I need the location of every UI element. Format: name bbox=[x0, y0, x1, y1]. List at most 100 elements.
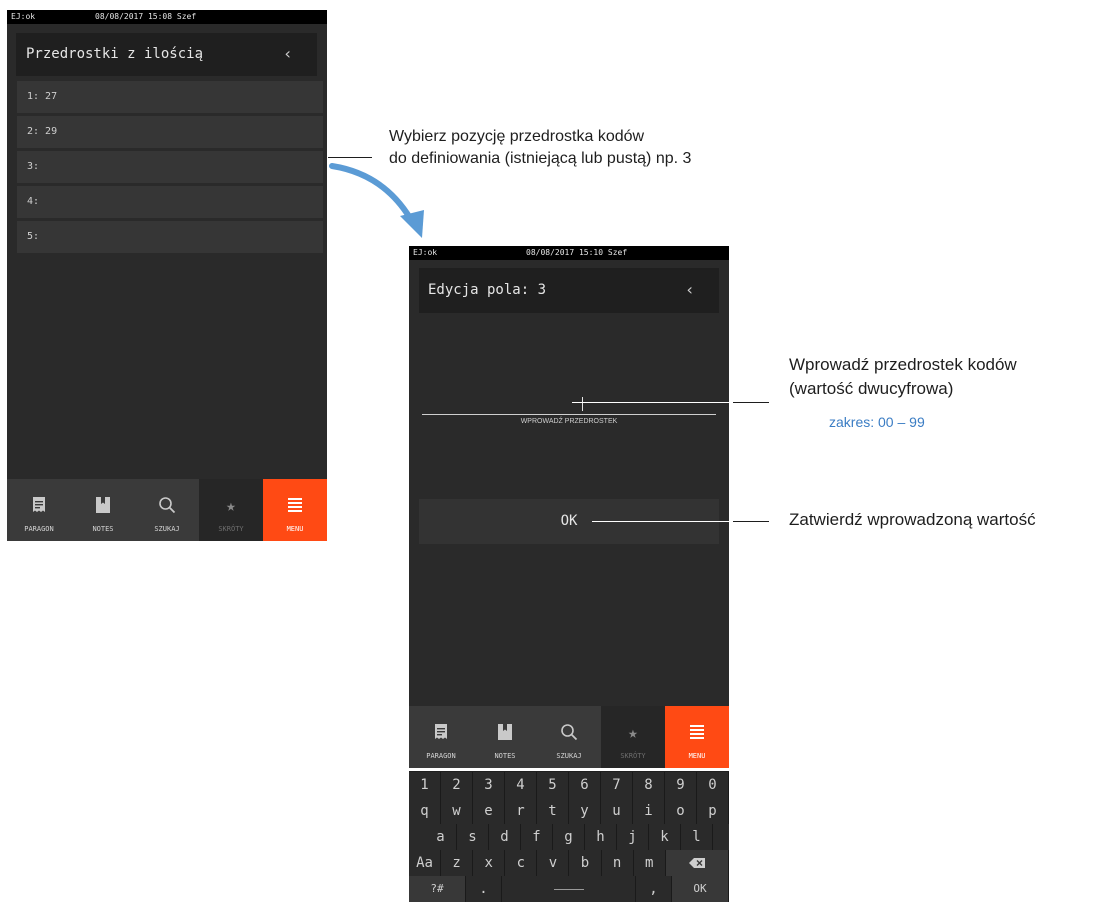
key-f[interactable]: f bbox=[521, 824, 553, 850]
key-h[interactable]: h bbox=[585, 824, 617, 850]
key-m[interactable]: m bbox=[633, 850, 666, 876]
status-bar: EJ:ok 08/08/2017 15:08 Szef bbox=[7, 10, 327, 24]
key-o[interactable]: o bbox=[665, 798, 697, 824]
key-comma[interactable]: , bbox=[636, 876, 672, 902]
nav-szukaj-button[interactable]: SZUKAJ bbox=[135, 479, 199, 541]
chevron-left-icon[interactable]: ‹ bbox=[685, 280, 695, 299]
search-icon bbox=[159, 497, 176, 514]
key-9[interactable]: 9 bbox=[665, 772, 697, 798]
nav-skroty-button[interactable]: ★ SKRÓTY bbox=[199, 479, 263, 541]
key-symbols[interactable]: ?# bbox=[409, 876, 466, 902]
nav-menu-button[interactable]: MENU bbox=[263, 479, 327, 541]
list-item-prefix-5[interactable]: 5: bbox=[17, 221, 323, 253]
key-t[interactable]: t bbox=[537, 798, 569, 824]
nav-menu-button[interactable]: MENU bbox=[665, 706, 729, 768]
key-v[interactable]: v bbox=[537, 850, 570, 876]
nav-label: NOTES bbox=[92, 525, 114, 533]
nav-notes-button[interactable]: NOTES bbox=[473, 706, 537, 768]
nav-szukaj-button[interactable]: SZUKAJ bbox=[537, 706, 601, 768]
nav-skroty-button[interactable]: ★ SKRÓTY bbox=[601, 706, 665, 768]
bottom-nav: PARAGON NOTES SZUKAJ ★ SKRÓTY MENU bbox=[7, 479, 327, 541]
ej-status: EJ:ok bbox=[11, 12, 36, 21]
key-d[interactable]: d bbox=[489, 824, 521, 850]
key-shift[interactable]: Aa bbox=[409, 850, 442, 876]
space-bar-icon bbox=[553, 889, 584, 890]
key-e[interactable]: e bbox=[473, 798, 505, 824]
key-j[interactable]: j bbox=[617, 824, 649, 850]
key-z[interactable]: z bbox=[441, 850, 474, 876]
star-icon: ★ bbox=[628, 722, 638, 742]
title-bar: Przedrostki z ilością ‹ bbox=[16, 33, 317, 76]
status-bar: EJ:ok 08/08/2017 15:10 Szef bbox=[409, 246, 729, 260]
key-u[interactable]: u bbox=[601, 798, 633, 824]
list-item-prefix-2[interactable]: 2: 29 bbox=[17, 116, 323, 148]
nav-label: SZUKAJ bbox=[556, 752, 582, 760]
menu-icon bbox=[690, 725, 704, 739]
annotation-line: Wprowadź przedrostek kodów bbox=[789, 355, 1017, 374]
menu-icon bbox=[288, 498, 302, 512]
key-3[interactable]: 3 bbox=[473, 772, 505, 798]
text-cursor bbox=[582, 397, 583, 411]
input-label: WPROWADŹ PRZEDROSTEK bbox=[520, 418, 618, 425]
key-i[interactable]: i bbox=[633, 798, 665, 824]
ej-status: EJ:ok bbox=[413, 248, 438, 257]
star-icon: ★ bbox=[226, 495, 236, 515]
screen-prefix-list: EJ:ok 08/08/2017 15:08 Szef Przedrostki … bbox=[7, 10, 327, 541]
nav-label: SZUKAJ bbox=[154, 525, 180, 533]
key-backspace[interactable] bbox=[665, 850, 729, 876]
annotation-confirm: Zatwierdź wprowadzoną wartość bbox=[789, 510, 1036, 529]
annotation-pointer-line bbox=[592, 521, 729, 522]
key-x[interactable]: x bbox=[473, 850, 506, 876]
nav-label: MENU bbox=[688, 752, 706, 760]
key-8[interactable]: 8 bbox=[633, 772, 665, 798]
nav-paragon-button[interactable]: PARAGON bbox=[7, 479, 71, 541]
key-0[interactable]: 0 bbox=[697, 772, 729, 798]
list-item-prefix-4[interactable]: 4: bbox=[17, 186, 323, 218]
datetime-user: 08/08/2017 15:10 Szef bbox=[526, 248, 628, 257]
key-k[interactable]: k bbox=[649, 824, 681, 850]
list-item-prefix-3[interactable]: 3: bbox=[17, 151, 323, 183]
key-s[interactable]: s bbox=[457, 824, 489, 850]
nav-paragon-button[interactable]: PARAGON bbox=[409, 706, 473, 768]
nav-label: MENU bbox=[286, 525, 304, 533]
search-icon bbox=[561, 724, 578, 741]
key-1[interactable]: 1 bbox=[409, 772, 441, 798]
annotation-leader-line bbox=[733, 521, 769, 522]
key-b[interactable]: b bbox=[569, 850, 602, 876]
key-l[interactable]: l bbox=[681, 824, 713, 850]
key-y[interactable]: y bbox=[569, 798, 601, 824]
nav-label: PARAGON bbox=[24, 525, 54, 533]
key-4[interactable]: 4 bbox=[505, 772, 537, 798]
key-7[interactable]: 7 bbox=[601, 772, 633, 798]
nav-notes-button[interactable]: NOTES bbox=[71, 479, 135, 541]
key-space[interactable] bbox=[502, 876, 636, 902]
list-item-prefix-1[interactable]: 1: 27 bbox=[17, 81, 323, 113]
nav-label: SKRÓTY bbox=[620, 752, 646, 760]
chevron-left-icon[interactable]: ‹ bbox=[283, 44, 293, 63]
key-p[interactable]: p bbox=[697, 798, 729, 824]
prefix-input[interactable] bbox=[422, 396, 716, 415]
annotation-pointer-line bbox=[572, 402, 729, 403]
backspace-icon bbox=[688, 858, 705, 868]
receipt-icon bbox=[33, 497, 45, 512]
key-q[interactable]: q bbox=[409, 798, 441, 824]
key-5[interactable]: 5 bbox=[537, 772, 569, 798]
key-6[interactable]: 6 bbox=[569, 772, 601, 798]
annotation-line: (wartość dwucyfrowa) bbox=[789, 379, 954, 398]
page-title: Przedrostki z ilością bbox=[26, 46, 204, 62]
arrow-icon bbox=[329, 163, 424, 238]
key-g[interactable]: g bbox=[553, 824, 585, 850]
key-dot[interactable]: . bbox=[466, 876, 502, 902]
bookmark-icon bbox=[96, 497, 110, 513]
key-w[interactable]: w bbox=[441, 798, 473, 824]
key-n[interactable]: n bbox=[601, 850, 634, 876]
bookmark-icon bbox=[498, 724, 512, 740]
key-c[interactable]: c bbox=[505, 850, 538, 876]
key-2[interactable]: 2 bbox=[441, 772, 473, 798]
annotation-range: zakres: 00 – 99 bbox=[829, 414, 925, 430]
key-r[interactable]: r bbox=[505, 798, 537, 824]
key-ok[interactable]: OK bbox=[672, 876, 729, 902]
datetime-user: 08/08/2017 15:08 Szef bbox=[95, 12, 197, 21]
receipt-icon bbox=[435, 724, 447, 739]
key-a[interactable]: a bbox=[425, 824, 457, 850]
